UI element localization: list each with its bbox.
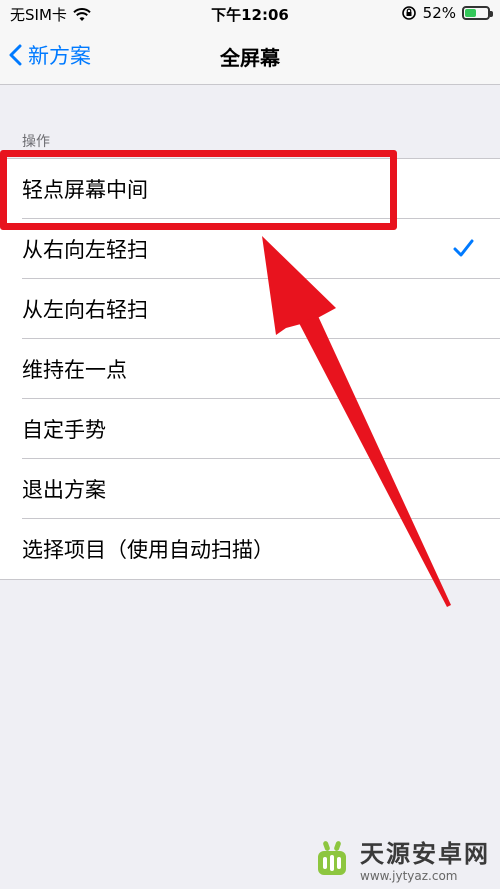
watermark-text: 天源安卓网 www.jytyaz.com bbox=[360, 834, 490, 883]
watermark: 天源安卓网 www.jytyaz.com bbox=[310, 834, 490, 883]
list-item-label: 从左向右轻扫 bbox=[22, 298, 148, 322]
battery-icon bbox=[462, 6, 493, 20]
watermark-title: 天源安卓网 bbox=[360, 840, 490, 868]
list-item-label: 退出方案 bbox=[22, 478, 106, 502]
list-item-label: 从右向左轻扫 bbox=[22, 238, 148, 262]
list-item-label: 自定手势 bbox=[22, 418, 106, 442]
android-logo-icon bbox=[318, 840, 346, 875]
battery-fill bbox=[465, 9, 476, 17]
status-right: 52% bbox=[401, 4, 493, 22]
list-item-hold-point[interactable]: 维持在一点 bbox=[0, 339, 500, 399]
list-item-exit-recipe[interactable]: 退出方案 bbox=[0, 459, 500, 519]
orientation-lock-icon bbox=[401, 6, 416, 20]
list-item-swipe-left-to-right[interactable]: 从左向右轻扫 bbox=[0, 279, 500, 339]
status-bar: 无SIM卡 下午12:06 52% bbox=[0, 0, 500, 28]
battery-percent: 52% bbox=[422, 4, 456, 22]
page-title: 全屏幕 bbox=[220, 46, 280, 70]
section-header: 操作 bbox=[22, 134, 50, 150]
annotation-highlight-box bbox=[0, 150, 397, 230]
list-item-label: 选择项目（使用自动扫描） bbox=[22, 538, 274, 562]
list-item-custom-gesture[interactable]: 自定手势 bbox=[0, 399, 500, 459]
checkmark-icon bbox=[453, 239, 474, 257]
list-item-label: 维持在一点 bbox=[22, 358, 127, 382]
list-item-select-item[interactable]: 选择项目（使用自动扫描） bbox=[0, 519, 500, 579]
nav-bar: 新方案 全屏幕 bbox=[0, 28, 500, 85]
watermark-url: www.jytyaz.com bbox=[360, 869, 458, 883]
